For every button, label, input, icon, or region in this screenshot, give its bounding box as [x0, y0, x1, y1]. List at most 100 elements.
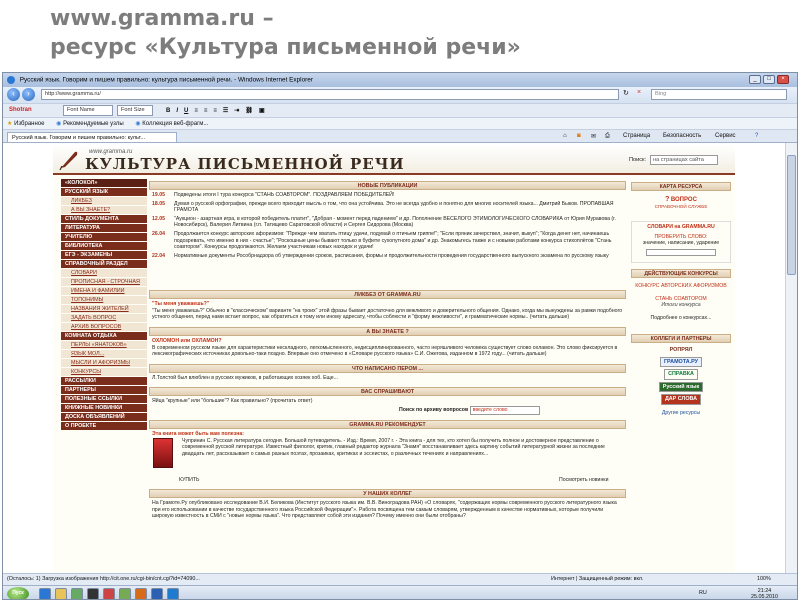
- font-size-select[interactable]: Font Size: [117, 105, 153, 116]
- safety-menu[interactable]: Безопасность: [663, 133, 701, 139]
- menu-item[interactable]: «КОЛОКОЛ»: [61, 179, 147, 187]
- menu-item[interactable]: ЛИТЕРАТУРА: [61, 224, 147, 232]
- zoom-level[interactable]: 100%: [757, 576, 771, 582]
- menu-item[interactable]: НАЗВАНИЯ ЖИТЕЛЕЙ: [61, 305, 147, 313]
- rss-icon[interactable]: ◙: [577, 133, 581, 139]
- powerpoint-taskbar-icon[interactable]: [135, 588, 147, 599]
- clock[interactable]: 21:24 25.05.2010: [751, 588, 778, 599]
- contest-coauthor-link[interactable]: СТАНЬ СОАВТОРОМ: [633, 296, 729, 303]
- buy-link[interactable]: КУПИТЬ: [179, 477, 199, 484]
- contest-results-link[interactable]: Итоги конкурса: [633, 302, 729, 309]
- refresh-icon[interactable]: ↻: [623, 89, 629, 97]
- link-button[interactable]: ⛓: [242, 107, 256, 114]
- word-taskbar-icon[interactable]: [151, 588, 163, 599]
- home-icon[interactable]: ⌂: [563, 133, 567, 139]
- app-taskbar-icon[interactable]: [119, 588, 131, 599]
- menu-item[interactable]: БИБЛИОТЕКА: [61, 242, 147, 250]
- site-logo-text[interactable]: КУЛЬТУРА ПИСЬМЕННОЙ РЕЧИ: [85, 155, 405, 173]
- gramota-link[interactable]: ГРАМОТА.РУ: [660, 356, 702, 368]
- service-menu[interactable]: Сервис: [715, 133, 736, 139]
- spravka-link[interactable]: СПРАВКА: [664, 369, 698, 380]
- menu-item[interactable]: А ВЫ ЗНАЕТЕ?: [61, 206, 147, 214]
- menu-item[interactable]: АРХИВ ВОПРОСОВ: [61, 323, 147, 331]
- app-taskbar-icon[interactable]: [87, 588, 99, 599]
- scroll-thumb[interactable]: [787, 155, 796, 275]
- menu-item[interactable]: ПАРТНЕРЫ: [61, 386, 147, 394]
- other-resources-link[interactable]: Другие ресурсы: [633, 410, 729, 417]
- ie-window-taskbar-icon[interactable]: [167, 588, 179, 599]
- dar-slova-link[interactable]: ДАР СЛОВА: [660, 394, 702, 405]
- contest-aphorisms-link[interactable]: КОНКУРС АВТОРСКИХ АФОРИЗМОВ: [633, 283, 729, 290]
- align-right-button[interactable]: ≡: [210, 108, 220, 114]
- site-search-input[interactable]: на страницах сайта: [650, 155, 718, 165]
- contests-more-link[interactable]: Подробнее о конкурсах...: [633, 315, 729, 322]
- dictionaries-link[interactable]: СЛОВАРИ на GRAMMA.RU: [634, 224, 728, 231]
- media-taskbar-icon[interactable]: [71, 588, 83, 599]
- opera-taskbar-icon[interactable]: [103, 588, 115, 599]
- menu-item[interactable]: ЗАДАТЬ ВОПРОС: [61, 314, 147, 322]
- stop-icon[interactable]: ×: [637, 89, 641, 96]
- shotran-button[interactable]: Shotran: [9, 107, 32, 113]
- book-cover-image[interactable]: [153, 438, 173, 468]
- mail-icon[interactable]: ✉: [591, 133, 596, 140]
- back-button[interactable]: ‹: [7, 88, 20, 101]
- menu-item[interactable]: СТИЛЬ ДОКУМЕНТА: [61, 215, 147, 223]
- menu-item[interactable]: О ПРОЕКТЕ: [61, 422, 147, 430]
- close-button[interactable]: ×: [777, 75, 789, 84]
- menu-item[interactable]: ПРОПИСНАЯ - СТРОЧНАЯ: [61, 278, 147, 286]
- url-input[interactable]: http://www.gramma.ru/: [41, 89, 619, 100]
- menu-item[interactable]: СПРАВОЧНЫЙ РАЗДЕЛ: [61, 260, 147, 268]
- archive-search-input[interactable]: введите слово: [469, 406, 540, 415]
- list-button[interactable]: ☰: [220, 107, 231, 114]
- know-title[interactable]: ОХЛОМОН или ОХЛАМОН?: [152, 338, 623, 345]
- favorites-button[interactable]: Избранное: [14, 121, 44, 127]
- menu-item[interactable]: ТОПОНИМЫ: [61, 296, 147, 304]
- menu-item[interactable]: ПЕРЛЫ «ЯНАТОКОВ»: [61, 341, 147, 349]
- menu-item[interactable]: РАССЫЛКИ: [61, 377, 147, 385]
- help-icon[interactable]: ?: [755, 133, 758, 139]
- explorer-taskbar-icon[interactable]: [55, 588, 67, 599]
- menu-item[interactable]: СЛОВАРИ: [61, 269, 147, 277]
- recommended-sites-link[interactable]: Рекомендуемые узлы: [63, 121, 124, 127]
- image-button[interactable]: ▣: [256, 107, 268, 114]
- menu-item[interactable]: ЛИКБЕЗ: [61, 197, 147, 205]
- italic-button[interactable]: I: [173, 108, 181, 114]
- menu-item[interactable]: УЧИТЕЛЮ: [61, 233, 147, 241]
- news-item[interactable]: 22.04 Нормативные документы Рособрнадзора…: [152, 253, 623, 260]
- menu-item[interactable]: ДОСКА ОБЪЯВЛЕНИЙ: [61, 413, 147, 421]
- bold-button[interactable]: B: [163, 108, 173, 114]
- bing-search-input[interactable]: Bing: [651, 89, 787, 100]
- ropryal-link[interactable]: РОПРЯЛ: [667, 346, 696, 355]
- vopros-badge[interactable]: ? ВОПРОС СПРАВОЧНОЙ СЛУЖБЕ: [631, 195, 731, 217]
- menu-item[interactable]: ЕГЭ - ЭКЗАМЕНЫ: [61, 251, 147, 259]
- forward-button[interactable]: ›: [22, 88, 35, 101]
- vertical-scrollbar[interactable]: [785, 143, 797, 573]
- check-word-input[interactable]: [646, 248, 716, 256]
- menu-item[interactable]: КНИЖНЫЕ НОВИНКИ: [61, 404, 147, 412]
- menu-item[interactable]: КОМНАТА ОТДЫХА: [61, 332, 147, 340]
- ask-question[interactable]: Яйца "крупные" или "большие"? Как правил…: [152, 398, 623, 405]
- more-books-link[interactable]: Посмотреть новинки: [559, 477, 608, 484]
- news-item[interactable]: 18.05 Думая о русской орфографии, прежде …: [152, 201, 623, 214]
- menu-item[interactable]: РУССКИЙ ЯЗЫК: [61, 188, 147, 196]
- underline-button[interactable]: U: [181, 108, 191, 114]
- print-icon[interactable]: ⎙: [605, 133, 610, 140]
- align-center-button[interactable]: ≡: [201, 108, 211, 114]
- page-menu[interactable]: Страница: [623, 133, 650, 139]
- written-text[interactable]: Л.Толстой был влюблен в русских мужиков,…: [149, 373, 626, 385]
- menu-item[interactable]: МЫСЛИ И АФОРИЗМЫ: [61, 359, 147, 367]
- likbez-title[interactable]: "Ты меня уважаешь?": [152, 301, 623, 308]
- minimize-button[interactable]: _: [749, 75, 761, 84]
- indent-button[interactable]: ⇥: [231, 107, 242, 114]
- ie-taskbar-icon[interactable]: [39, 588, 51, 599]
- tab-gramma[interactable]: Русский язык. Говорим и пишем правильно:…: [7, 132, 177, 142]
- news-item[interactable]: 19.05 Подведены итоги I тура конкурса "СТ…: [152, 192, 623, 199]
- menu-item[interactable]: ПОЛЕЗНЫЕ ССЫЛКИ: [61, 395, 147, 403]
- webslice-gallery-link[interactable]: Коллекция веб-фрагм...: [142, 121, 208, 127]
- menu-item[interactable]: ИМЕНА И ФАМИЛИИ: [61, 287, 147, 295]
- news-item[interactable]: 12.05 "Аукцион - азартная игра, в которой…: [152, 216, 623, 229]
- russian-lang-link[interactable]: Русский язык: [658, 381, 704, 393]
- language-indicator[interactable]: RU: [699, 590, 707, 596]
- menu-item[interactable]: ЯЗЫК МОЛ...: [61, 350, 147, 358]
- align-left-button[interactable]: ≡: [191, 108, 201, 114]
